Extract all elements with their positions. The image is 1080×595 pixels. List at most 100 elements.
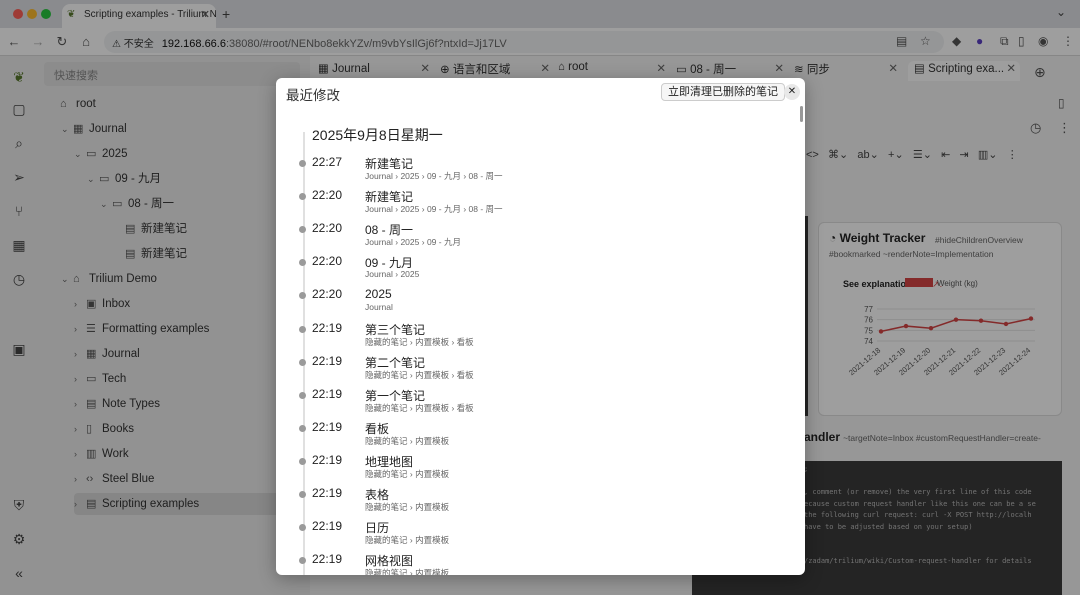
note-path: 隐藏的笔记 › 内置模板 xyxy=(365,501,449,513)
path-segment[interactable]: 隐藏的笔记 xyxy=(365,568,408,575)
note-path: Journal › 2025 › 09 - 九月 xyxy=(365,236,461,248)
chevron-right-icon: › xyxy=(407,535,416,546)
path-segment[interactable]: 2025 xyxy=(400,237,419,247)
change-entry: 22:27 新建笔记 Journal › 2025 › 09 - 九月 › 08 -… xyxy=(276,155,796,188)
change-time: 22:20 xyxy=(312,287,343,302)
chevron-right-icon: › xyxy=(407,502,416,512)
path-segment[interactable]: 内置模板 xyxy=(415,436,449,446)
change-time: 22:19 xyxy=(312,419,343,434)
path-segment[interactable]: 隐藏的笔记 xyxy=(365,370,408,380)
note-path: Journal › 2025 xyxy=(365,269,419,279)
path-segment[interactable]: Journal xyxy=(365,171,393,181)
note-path: 隐藏的笔记 › 内置模板 › 看板 xyxy=(365,369,474,381)
path-segment[interactable]: 2025 xyxy=(400,171,419,181)
path-segment[interactable]: 隐藏的笔记 xyxy=(365,502,408,512)
timeline-dot xyxy=(299,391,306,399)
change-time: 22:19 xyxy=(312,452,343,467)
change-entry: 22:19 第三个笔记 隐藏的笔记 › 内置模板 › 看板 xyxy=(276,321,796,354)
path-segment[interactable]: 隐藏的笔记 xyxy=(365,535,408,545)
path-segment[interactable]: 2025 xyxy=(400,204,419,214)
path-segment[interactable]: 09 - 九月 xyxy=(427,237,461,247)
change-entry: 22:19 网格视图 隐藏的笔记 › 内置模板 xyxy=(276,552,796,575)
note-path: Journal › 2025 › 09 - 九月 › 08 - 周一 xyxy=(365,203,503,215)
path-segment[interactable]: 内置模板 xyxy=(415,403,449,413)
path-segment[interactable]: 内置模板 xyxy=(415,502,449,512)
path-segment[interactable]: 内置模板 xyxy=(415,370,449,380)
chevron-right-icon: › xyxy=(407,468,416,479)
change-time: 22:27 xyxy=(312,155,343,169)
timeline-dot xyxy=(299,193,306,201)
timeline-dot xyxy=(299,457,306,465)
recent-changes-dialog: 最近修改 立即清理已删除的笔记 ✕ 2025年9月8日星期一 22:27 新建笔记… xyxy=(276,78,805,575)
path-segment[interactable]: 看板 xyxy=(457,403,474,413)
purge-deleted-notes-button[interactable]: 立即清理已删除的笔记 xyxy=(661,83,785,101)
change-entry: 22:19 日历 隐藏的笔记 › 内置模板 xyxy=(276,519,796,552)
path-segment[interactable]: Journal xyxy=(365,237,393,247)
change-time: 22:20 xyxy=(312,188,343,203)
path-segment[interactable]: 内置模板 xyxy=(415,469,449,479)
timeline-dot xyxy=(299,160,306,167)
timeline-dot xyxy=(299,325,306,333)
path-segment[interactable]: 隐藏的笔记 xyxy=(365,403,408,413)
path-segment[interactable]: Journal xyxy=(365,302,393,312)
path-segment[interactable]: 内置模板 xyxy=(415,535,449,545)
path-segment[interactable]: 隐藏的笔记 xyxy=(365,469,408,479)
timeline-dot xyxy=(299,524,306,532)
change-time: 22:19 xyxy=(312,320,343,335)
path-segment[interactable]: 隐藏的笔记 xyxy=(365,337,408,347)
chevron-right-icon: › xyxy=(460,171,469,181)
change-entry: 22:19 第二个笔记 隐藏的笔记 › 内置模板 › 看板 xyxy=(276,354,796,387)
chevron-right-icon: › xyxy=(407,435,416,446)
path-segment[interactable]: 看板 xyxy=(457,337,474,347)
path-segment[interactable]: 09 - 九月 xyxy=(427,171,461,181)
change-time: 22:19 xyxy=(312,386,343,401)
note-path: 隐藏的笔记 › 内置模板 xyxy=(365,468,449,480)
timeline-dot xyxy=(299,557,306,565)
change-entry: 22:19 看板 隐藏的笔记 › 内置模板 xyxy=(276,420,796,453)
change-entry: 22:20 08 - 周一 Journal › 2025 › 09 - 九月 xyxy=(276,221,796,254)
path-segment[interactable]: 隐藏的笔记 xyxy=(365,436,408,446)
chevron-right-icon: › xyxy=(419,204,427,215)
close-dialog-button[interactable]: ✕ xyxy=(784,84,800,100)
change-note-link[interactable]: 2025 xyxy=(365,287,392,301)
timeline-dot xyxy=(299,226,306,234)
change-time: 22:20 xyxy=(312,254,343,269)
note-path: Journal › 2025 › 09 - 九月 › 08 - 周一 xyxy=(365,170,503,182)
dialog-title: 最近修改 xyxy=(286,88,340,103)
note-path: 隐藏的笔记 › 内置模板 xyxy=(365,534,449,546)
change-entry: 22:20 新建笔记 Journal › 2025 › 09 - 九月 › 08 -… xyxy=(276,188,796,221)
change-time: 22:19 xyxy=(312,552,343,567)
note-path: Journal xyxy=(365,302,393,312)
change-entry: 22:19 地理地图 隐藏的笔记 › 内置模板 xyxy=(276,453,796,486)
change-time: 22:19 xyxy=(312,353,343,368)
timeline-dot xyxy=(299,491,306,498)
change-time: 22:20 xyxy=(312,221,343,236)
path-segment[interactable]: 内置模板 xyxy=(415,337,449,347)
note-path: 隐藏的笔记 › 内置模板 › 看板 xyxy=(365,402,474,414)
path-segment[interactable]: 内置模板 xyxy=(415,568,449,575)
chevron-right-icon: › xyxy=(449,369,457,380)
note-path: 隐藏的笔记 › 内置模板 › 看板 xyxy=(365,336,474,348)
chevron-right-icon: › xyxy=(449,336,457,347)
path-segment[interactable]: 看板 xyxy=(457,370,474,380)
timeline-dot xyxy=(299,292,306,300)
chevron-right-icon: › xyxy=(419,171,427,181)
path-segment[interactable]: Journal xyxy=(365,204,393,214)
chevron-right-icon: › xyxy=(419,237,427,248)
change-entry: 22:19 表格 隐藏的笔记 › 内置模板 xyxy=(276,486,796,519)
path-segment[interactable]: 08 - 周一 xyxy=(469,171,503,181)
path-segment[interactable]: Journal xyxy=(365,269,393,279)
change-entry: 22:20 09 - 九月 Journal › 2025 xyxy=(276,254,796,287)
timeline-dot xyxy=(299,358,306,366)
timeline-dot xyxy=(299,424,306,432)
chevron-right-icon: › xyxy=(407,568,416,575)
note-path: 隐藏的笔记 › 内置模板 xyxy=(365,435,449,447)
path-segment[interactable]: 08 - 周一 xyxy=(469,204,503,214)
change-time: 22:19 xyxy=(312,519,343,534)
path-segment[interactable]: 09 - 九月 xyxy=(427,204,461,214)
dialog-scrollbar[interactable] xyxy=(800,106,803,122)
path-segment[interactable]: 2025 xyxy=(400,269,419,279)
timeline-dot xyxy=(299,259,306,267)
change-time: 22:19 xyxy=(312,486,343,500)
chevron-right-icon: › xyxy=(407,402,416,413)
